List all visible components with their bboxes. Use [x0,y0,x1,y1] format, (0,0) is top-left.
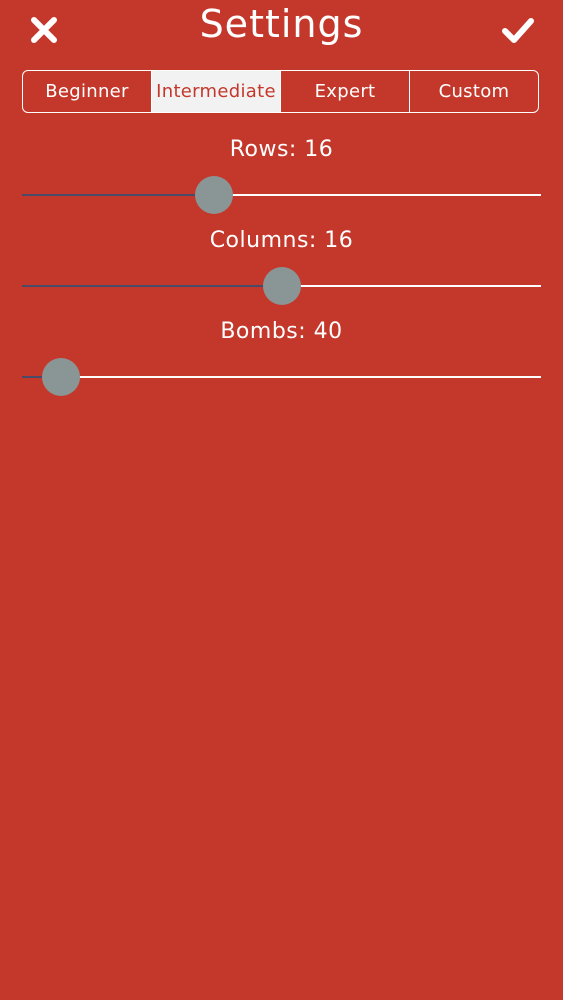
bombs-label-text: Bombs: 40 [220,319,343,344]
segment-expert[interactable]: Expert [280,71,409,112]
rows-track-fill [22,194,215,196]
segment-intermediate[interactable]: Intermediate [151,71,280,112]
bombs-slider-thumb[interactable] [41,358,80,396]
bombs-track [22,376,541,378]
columns-slider-thumb[interactable] [262,267,301,305]
columns-track-fill [22,285,282,287]
bombs-slider[interactable] [22,357,541,397]
page-title: Settings [199,2,364,46]
segment-custom[interactable]: Custom [409,71,538,112]
rows-label: Rows: 16 [0,137,563,163]
header-bar: Settings [0,0,563,60]
checkmark-icon [502,18,534,43]
columns-label-text: Columns: 16 [209,228,354,253]
bombs-label: Bombs: 40 [0,319,563,345]
columns-label: Columns: 16 [0,228,563,254]
segment-beginner[interactable]: Beginner [23,71,151,112]
rows-slider[interactable] [22,175,541,215]
columns-slider[interactable] [22,266,541,306]
difficulty-segmented-control: Beginner Intermediate Expert Custom [22,70,539,113]
rows-label-text: Rows: 16 [229,137,334,162]
done-button[interactable] [500,12,536,48]
rows-slider-thumb[interactable] [195,176,234,214]
